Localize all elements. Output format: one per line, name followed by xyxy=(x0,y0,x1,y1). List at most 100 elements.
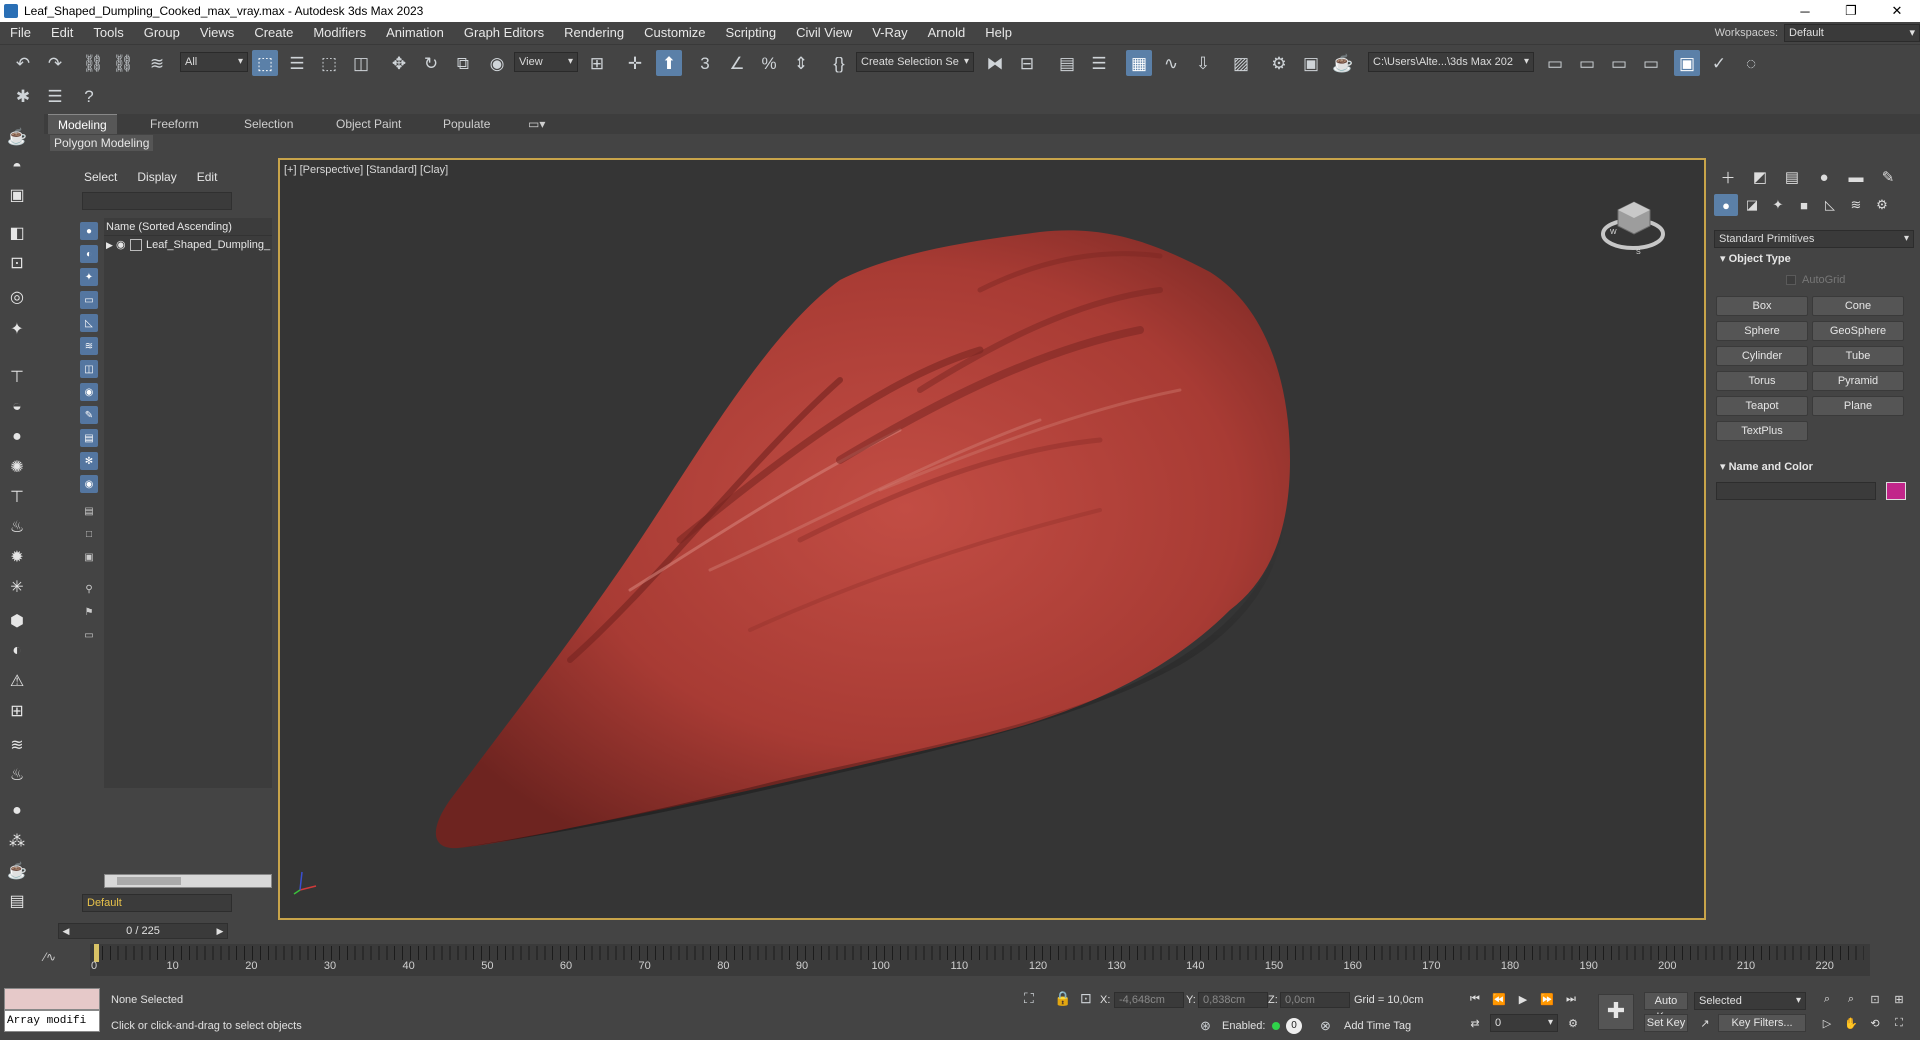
select-manipulate-icon[interactable]: ✛ xyxy=(622,50,648,76)
play-icon[interactable]: ▶ xyxy=(1514,990,1532,1008)
filter-cameras-icon[interactable]: ▭ xyxy=(80,291,98,309)
undo-icon[interactable]: ↶ xyxy=(10,50,36,76)
filter-frozen-icon[interactable]: ✻ xyxy=(80,452,98,470)
tool-icon-5[interactable]: ⊡ xyxy=(6,252,28,274)
move-icon[interactable]: ✥ xyxy=(386,50,412,76)
snaps-toggle-icon[interactable]: 3 xyxy=(692,50,718,76)
tab-populate[interactable]: Populate xyxy=(433,114,500,134)
materials-icon[interactable]: ⁂ xyxy=(6,830,28,852)
sun-tool-icon[interactable]: ✹ xyxy=(6,546,28,568)
menu-vray[interactable]: V-Ray xyxy=(862,22,917,44)
menu-animation[interactable]: Animation xyxy=(376,22,454,44)
save-scene-icon[interactable]: ▣ xyxy=(1674,50,1700,76)
unlink-icon[interactable]: ⛓ xyxy=(110,50,136,76)
filter-bones-icon[interactable]: ✎ xyxy=(80,406,98,424)
modify-tab-icon[interactable]: ◩ xyxy=(1748,166,1772,188)
zoom-extents-all-icon[interactable]: ⊞ xyxy=(1890,990,1908,1008)
scrollbar-thumb[interactable] xyxy=(117,877,181,885)
reference-coord-dropdown[interactable]: View xyxy=(514,52,578,72)
rect-selection-icon[interactable]: ⬚ xyxy=(316,50,342,76)
cone-button[interactable]: Cone xyxy=(1812,296,1904,316)
systems-category-icon[interactable]: ⚙ xyxy=(1870,194,1894,216)
zoom-icon[interactable]: ⌕ xyxy=(1818,990,1836,1008)
rotate-icon[interactable]: ↻ xyxy=(418,50,444,76)
filter-containers-icon[interactable]: ▤ xyxy=(80,429,98,447)
name-color-header[interactable]: Name and Color xyxy=(1714,458,1914,476)
sphere-button[interactable]: Sphere xyxy=(1716,321,1808,341)
ribbon-options-icon[interactable]: ▭▾ xyxy=(518,114,555,134)
horizontal-scrollbar[interactable] xyxy=(104,874,272,888)
geosphere-tool-icon[interactable]: ✺ xyxy=(6,456,28,478)
fur-tool-icon[interactable]: ≋ xyxy=(6,734,28,756)
list-item[interactable]: ▶ ◉ Leaf_Shaped_Dumpling_ xyxy=(104,236,272,254)
filter-helpers-icon[interactable]: ◺ xyxy=(80,314,98,332)
helpers-category-icon[interactable]: ◺ xyxy=(1818,194,1842,216)
geosphere-button[interactable]: GeoSphere xyxy=(1812,321,1904,341)
cylinder-button[interactable]: Cylinder xyxy=(1716,346,1808,366)
cameras-category-icon[interactable]: ■ xyxy=(1792,194,1816,216)
menu-arnold[interactable]: Arnold xyxy=(918,22,976,44)
current-frame-field[interactable]: 0 xyxy=(1490,1014,1558,1032)
material-editor-icon[interactable]: ▨ xyxy=(1228,50,1254,76)
box-button[interactable]: Box xyxy=(1716,296,1808,316)
cube-tool-icon[interactable]: ⬢ xyxy=(6,610,28,632)
redo-icon[interactable]: ↷ xyxy=(42,50,68,76)
placement-icon[interactable]: ◉ xyxy=(484,50,510,76)
menu-edit[interactable]: Edit xyxy=(41,22,83,44)
geometry-category-icon[interactable]: ● xyxy=(1714,194,1738,216)
perspective-viewport[interactable]: [+] [Perspective] [Standard] [Clay] W S xyxy=(278,158,1706,920)
object-type-header[interactable]: Object Type xyxy=(1714,250,1914,268)
filter-shapes-icon[interactable]: ◐ xyxy=(80,245,98,263)
key-filters-button[interactable]: Key Filters... xyxy=(1718,1014,1806,1032)
maxscript-listener-input[interactable] xyxy=(4,988,100,1010)
scene-explorer-tool-icon[interactable]: ✱ xyxy=(10,83,36,109)
absolute-mode-icon[interactable]: ⊡ xyxy=(1080,990,1092,1007)
menu-civil-view[interactable]: Civil View xyxy=(786,22,862,44)
lamp-tool-icon[interactable]: ⊤ xyxy=(6,366,28,388)
sphere-tool-icon[interactable]: ● xyxy=(6,426,28,448)
filter-groups-icon[interactable]: ◫ xyxy=(80,360,98,378)
filter-xrefs-icon[interactable]: ◉ xyxy=(80,383,98,401)
render-setup-tool-icon[interactable]: ▤ xyxy=(6,890,28,912)
menu-file[interactable]: File xyxy=(0,22,41,44)
se-menu-display[interactable]: Display xyxy=(127,168,186,186)
menu-create[interactable]: Create xyxy=(244,22,303,44)
render-production-icon[interactable]: ☕ xyxy=(1330,50,1356,76)
textplus-button[interactable]: TextPlus xyxy=(1716,421,1808,441)
scene-search-input[interactable] xyxy=(82,192,232,210)
tool-icon-4[interactable]: ◧ xyxy=(6,222,28,244)
cloud-icon[interactable]: ◌ xyxy=(1738,50,1764,76)
autogrid-box[interactable] xyxy=(1786,275,1796,285)
spot-tool-icon[interactable]: ⊤ xyxy=(6,486,28,508)
dumpling-model[interactable] xyxy=(280,160,1706,920)
auto-key-button[interactable]: Auto Key xyxy=(1644,992,1688,1023)
object-name-field[interactable] xyxy=(1716,482,1876,500)
tripod-tool-icon[interactable]: ⚠ xyxy=(6,670,28,692)
time-slider[interactable]: ◀ 0 / 225 ▶ xyxy=(44,922,1920,940)
field-of-view-icon[interactable]: ▷ xyxy=(1818,1014,1836,1032)
create-tab-icon[interactable]: ＋ xyxy=(1716,166,1740,188)
key-tangent-icon[interactable]: ↗ xyxy=(1696,1014,1714,1032)
time-tag-toggle-icon[interactable]: ⊛ xyxy=(1200,1018,1211,1034)
maximize-viewport-icon[interactable]: ⛶ xyxy=(1890,1014,1908,1032)
light-tool-icon[interactable]: ✦ xyxy=(6,318,28,340)
display-all-icon[interactable]: ▤ xyxy=(80,502,98,520)
render-setup-icon[interactable]: ⚙ xyxy=(1266,50,1292,76)
percent-snap-icon[interactable]: % xyxy=(756,50,782,76)
plane-button[interactable]: Plane xyxy=(1812,396,1904,416)
render-tool-icon[interactable]: ☕ xyxy=(6,860,28,882)
spinner-snap-icon[interactable]: ⇕ xyxy=(788,50,814,76)
layer-dropdown[interactable]: Default xyxy=(82,894,232,912)
key-mode-toggle-icon[interactable]: ⇄ xyxy=(1466,1014,1484,1032)
rendered-frame-window-icon[interactable]: ▣ xyxy=(1298,50,1324,76)
window-crossing-icon[interactable]: ◫ xyxy=(348,50,374,76)
y-coordinate-field[interactable]: 0,838cm xyxy=(1198,992,1268,1008)
expand-arrow-icon[interactable]: ▶ xyxy=(106,236,116,254)
workspace-dropdown[interactable]: Default xyxy=(1784,24,1920,42)
menu-scripting[interactable]: Scripting xyxy=(716,22,787,44)
filter-lights-icon[interactable]: ✦ xyxy=(80,268,98,286)
layer-manager-icon[interactable]: ☰ xyxy=(42,83,68,109)
ribbon-toggle-icon[interactable]: ▦ xyxy=(1126,50,1152,76)
pyramid-button[interactable]: Pyramid xyxy=(1812,371,1904,391)
tab-freeform[interactable]: Freeform xyxy=(140,114,209,134)
